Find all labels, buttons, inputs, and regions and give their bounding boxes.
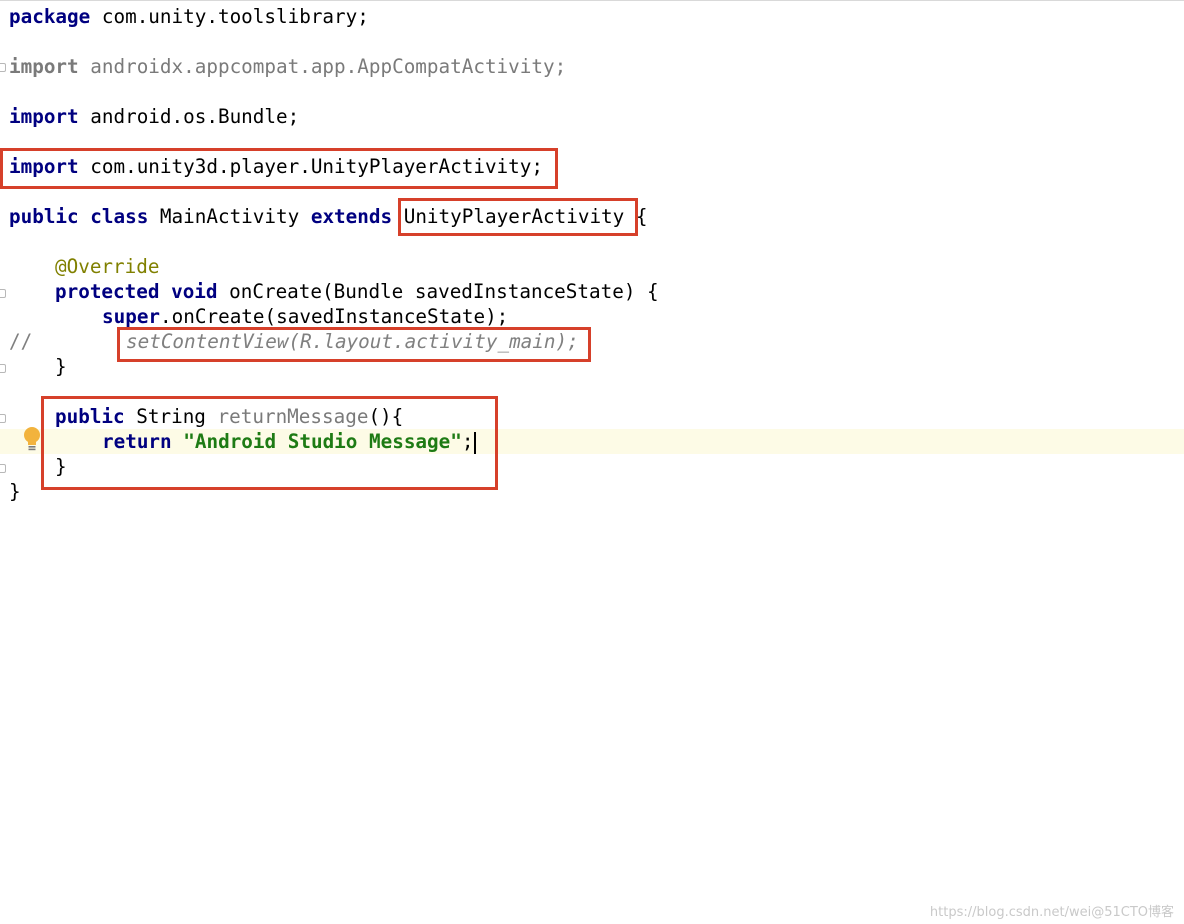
brace: { [635,205,648,228]
code-line-import-unityplayer[interactable]: import com.unity3d.player.UnityPlayerAct… [9,154,543,179]
code-line-annotation[interactable]: @Override [55,254,159,279]
annotation: @Override [55,255,160,278]
import-path: com.unity3d.player.UnityPlayerActivity; [78,155,543,178]
parent-class: UnityPlayerActivity [392,205,636,228]
code-line-super-call[interactable]: super.onCreate(savedInstanceState); [102,304,508,329]
string-literal: "Android Studio Message" [183,430,462,453]
brace: } [55,455,67,478]
keyword: return [102,430,172,453]
method-name: returnMessage [217,405,369,428]
code-line-oncreate[interactable]: protected void onCreate(Bundle savedInst… [55,279,659,304]
code-line-commented[interactable]: // [9,329,32,354]
method-params: (){ [368,405,404,428]
code-line-class-declaration[interactable]: public class MainActivity extends UnityP… [9,204,648,229]
keyword: import [9,155,79,178]
commented-call: setContentView(R.layout.activity_main); [126,330,579,353]
return-type: String [124,405,218,428]
method-signature: onCreate(Bundle savedInstanceState) { [217,280,659,303]
code-line-import-appcompat[interactable]: import androidx.appcompat.app.AppCompatA… [9,54,566,79]
fold-marker-icon[interactable] [0,464,6,473]
package-name: com.unity.toolslibrary; [90,5,369,28]
brace: } [9,480,21,503]
fold-marker-icon[interactable] [0,414,6,423]
import-path: android.os.Bundle; [78,105,300,128]
text-caret [474,431,477,454]
keyword: package [9,5,91,28]
watermark: https://blog.csdn.net/wei@51CTO博客 [929,905,1174,920]
code-line-import-bundle[interactable]: import android.os.Bundle; [9,104,299,129]
keyword: class [90,205,149,228]
comment-marker: // [9,330,33,353]
import-path: androidx.appcompat.app.AppCompatActivity… [78,55,567,78]
keyword: extends [310,205,393,228]
keyword: import [9,105,79,128]
keyword: public [9,205,79,228]
code-line-package[interactable]: package com.unity.toolslibrary; [9,4,369,29]
keyword: import [9,55,79,78]
keyword: protected [55,280,160,303]
code-line-return[interactable]: return "Android Studio Message"; [102,429,477,454]
brace: } [55,355,67,378]
code-line-close-class[interactable]: } [9,479,21,504]
lightbulb-icon[interactable] [22,426,42,452]
semicolon: ; [461,430,474,453]
keyword: super [102,305,161,328]
method-call: .onCreate(savedInstanceState); [160,305,509,328]
code-line-commented-call[interactable]: setContentView(R.layout.activity_main); [126,329,579,354]
code-line-close-method[interactable]: } [55,454,67,479]
class-name: MainActivity [148,205,311,228]
fold-marker-icon[interactable] [0,289,6,298]
fold-marker-icon[interactable] [0,364,6,373]
code-editor[interactable]: package com.unity.toolslibrary; import a… [0,0,1184,924]
fold-marker-icon[interactable] [0,63,6,72]
code-line-returnmessage[interactable]: public String returnMessage(){ [55,404,403,429]
keyword: public [55,405,125,428]
code-line-close-method[interactable]: } [55,354,67,379]
keyword: void [171,280,218,303]
